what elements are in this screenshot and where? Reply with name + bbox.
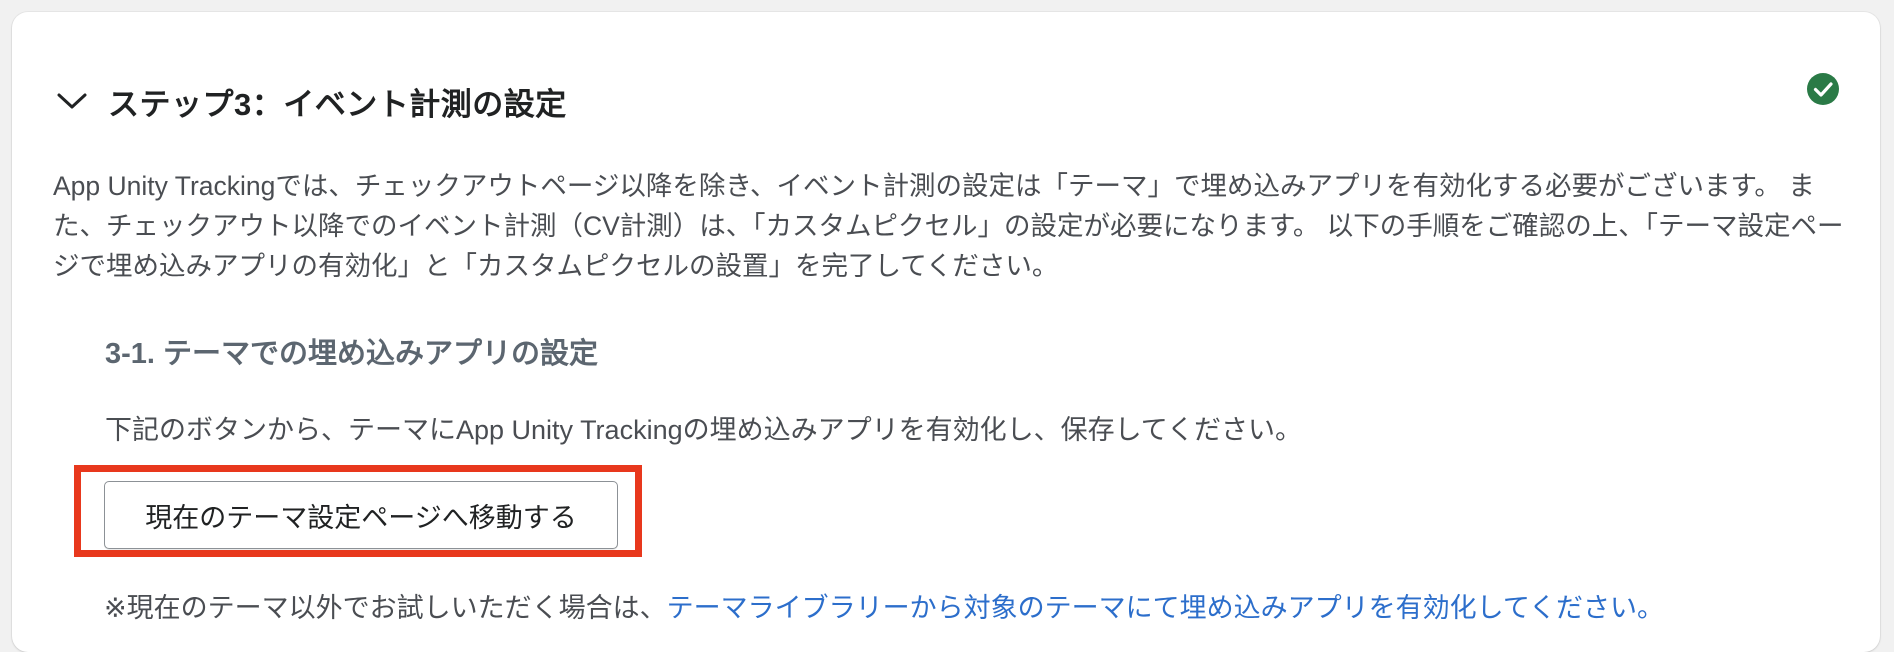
check-circle-icon [1806,72,1840,106]
step-card: ステップ3：イベント計測の設定 App Unity Trackingでは、チェッ… [12,12,1880,652]
note-text: ※現在のテーマ以外でお試しいただく場合は、 [104,593,667,623]
go-to-theme-settings-button[interactable]: 現在のテーマ設定ページへ移動する [104,481,618,549]
step-description: App Unity Trackingでは、チェックアウトページ以降を除き、イベン… [53,171,1844,281]
chevron-down-icon[interactable] [54,83,90,119]
section-title: 3-1. テーマでの埋め込みアプリの設定 [105,338,599,370]
theme-library-note: ※現在のテーマ以外でお試しいただく場合は、テーマライブラリーから対象のテーマにて… [104,586,1664,625]
section-instruction: 下記のボタンから、テーマにApp Unity Trackingの埋め込みアプリを… [105,415,1302,445]
step-header[interactable]: ステップ3：イベント計測の設定 [54,74,567,128]
theme-library-link[interactable]: テーマライブラリーから対象のテーマにて埋め込みアプリを有効化してください。 [667,593,1664,623]
step-title: ステップ3：イベント計測の設定 [108,86,567,122]
